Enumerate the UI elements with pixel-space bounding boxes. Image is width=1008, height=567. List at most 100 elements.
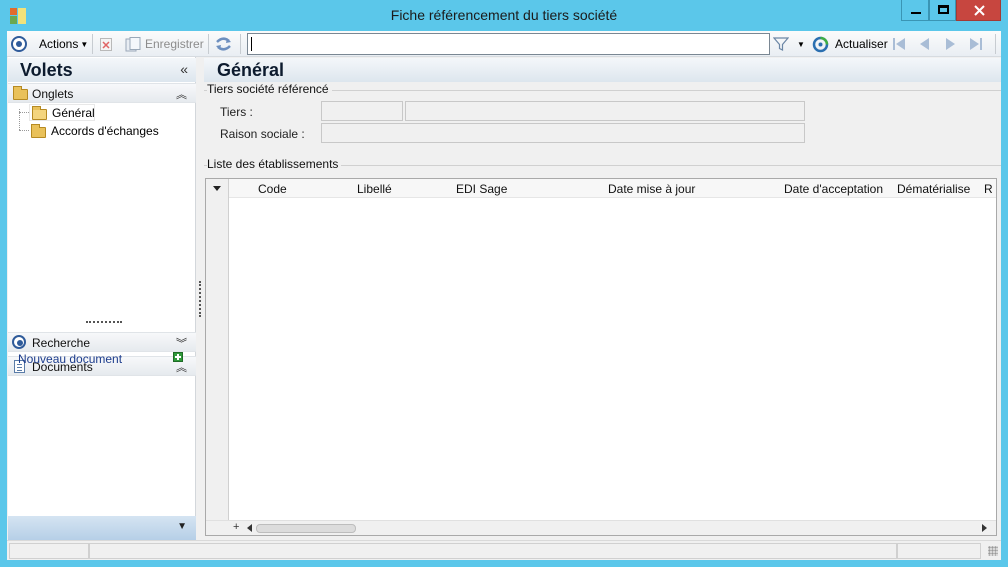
actions-label: Actions bbox=[39, 37, 79, 51]
tree-item-accords[interactable]: Accords d'échanges bbox=[29, 123, 179, 140]
save-button[interactable]: Enregistrer bbox=[125, 35, 204, 53]
volets-title: Volets bbox=[20, 60, 73, 80]
first-record-button[interactable] bbox=[892, 35, 906, 53]
tree-item-label: Général bbox=[52, 106, 95, 120]
toolbar: Actions ▼ Enregistrer ▼ Actualiser bbox=[7, 31, 1001, 57]
toolbar-separator bbox=[208, 34, 209, 54]
actions-icon-button[interactable] bbox=[11, 35, 27, 53]
volets-panel: Volets « Onglets ︽ Général Accords d'éch… bbox=[8, 57, 196, 560]
raison-sociale-field[interactable] bbox=[321, 123, 805, 143]
chevron-down-icon[interactable]: ▼ bbox=[177, 521, 187, 532]
refresh-button[interactable] bbox=[215, 35, 232, 53]
actions-menu-button[interactable]: Actions ▼ bbox=[39, 35, 88, 53]
chevron-down-icon[interactable]: ︾ bbox=[176, 335, 187, 351]
add-row-icon[interactable]: + bbox=[233, 521, 239, 533]
actualiser-icon bbox=[812, 36, 829, 52]
filter-icon bbox=[773, 37, 789, 51]
folder-open-icon bbox=[32, 106, 47, 120]
raison-sociale-label: Raison sociale : bbox=[220, 127, 305, 141]
main-content: Général Tiers société référencé Tiers : … bbox=[204, 57, 1001, 540]
recherche-label: Recherche bbox=[32, 336, 91, 350]
column-chooser-icon[interactable] bbox=[213, 186, 221, 191]
grid-header: Code Libellé EDI Sage Date mise à jour D… bbox=[206, 179, 996, 198]
tree-connector bbox=[19, 112, 29, 113]
etablissements-grid[interactable]: Code Libellé EDI Sage Date mise à jour D… bbox=[205, 178, 997, 536]
status-cell bbox=[9, 543, 89, 559]
chevron-down-icon: ▼ bbox=[797, 39, 805, 49]
last-record-icon bbox=[970, 38, 982, 50]
folder-icon bbox=[31, 124, 46, 138]
column-header-code[interactable]: Code bbox=[258, 182, 287, 196]
main-header: Général bbox=[204, 58, 1001, 82]
grid-horizontal-scrollbar[interactable]: + bbox=[206, 520, 996, 535]
tiers-name-field[interactable] bbox=[405, 101, 805, 121]
previous-record-icon bbox=[920, 38, 929, 50]
new-document-link[interactable]: Nouveau document bbox=[18, 352, 122, 366]
delete-icon bbox=[100, 37, 112, 51]
last-record-button[interactable] bbox=[969, 35, 983, 53]
tiers-group-title: Tiers société référencé bbox=[207, 82, 332, 96]
column-header-libelle[interactable]: Libellé bbox=[357, 182, 392, 196]
text-caret bbox=[251, 37, 252, 51]
scroll-right-icon[interactable] bbox=[982, 524, 987, 532]
client-area: Actions ▼ Enregistrer ▼ Actualiser Volet… bbox=[7, 31, 1001, 560]
etablissements-group-title: Liste des établissements bbox=[207, 157, 342, 171]
chevron-up-icon[interactable]: ︽ bbox=[176, 86, 187, 102]
window-title: Fiche référencement du tiers société bbox=[390, 7, 618, 23]
close-icon bbox=[974, 5, 985, 16]
toolbar-separator bbox=[92, 34, 93, 54]
onglets-label: Onglets bbox=[32, 87, 74, 101]
tiers-label: Tiers : bbox=[220, 105, 253, 119]
actualiser-label: Actualiser bbox=[835, 37, 888, 51]
next-record-icon bbox=[946, 38, 955, 50]
status-bar bbox=[7, 540, 1001, 560]
chevron-down-icon: ▼ bbox=[80, 39, 89, 49]
panel-resize-handle[interactable] bbox=[199, 281, 201, 317]
filter-button[interactable] bbox=[773, 35, 789, 53]
application-window: Fiche référencement du tiers société Act… bbox=[0, 0, 1008, 567]
tree-connector bbox=[19, 130, 29, 131]
page-title: Général bbox=[217, 60, 285, 80]
previous-record-button[interactable] bbox=[918, 35, 930, 53]
column-header-edi-sage[interactable]: EDI Sage bbox=[456, 182, 507, 196]
status-cell bbox=[89, 543, 897, 559]
column-header-r[interactable]: R bbox=[984, 182, 993, 196]
column-header-date-acceptation[interactable]: Date d'acceptation bbox=[784, 182, 883, 196]
volets-footer-bar: ▼ bbox=[8, 516, 196, 540]
delete-button[interactable] bbox=[100, 35, 112, 53]
actualiser-button[interactable]: Actualiser bbox=[812, 35, 888, 53]
maximize-button[interactable] bbox=[929, 0, 956, 21]
tree-item-general[interactable]: Général bbox=[29, 104, 95, 121]
tiers-code-field[interactable] bbox=[321, 101, 403, 121]
toolbar-separator bbox=[240, 34, 241, 54]
tree-item-label: Accords d'échanges bbox=[51, 124, 159, 138]
filter-dropdown-button[interactable]: ▼ bbox=[797, 35, 805, 53]
minimize-button[interactable] bbox=[901, 0, 929, 21]
column-header-dematerialise[interactable]: Dématérialise bbox=[897, 182, 970, 196]
refresh-icon bbox=[216, 37, 231, 51]
save-label: Enregistrer bbox=[145, 37, 204, 51]
search-input[interactable] bbox=[247, 33, 770, 55]
plus-icon[interactable] bbox=[173, 352, 183, 362]
collapse-panel-icon[interactable]: « bbox=[180, 61, 188, 77]
grid-row-selector-column bbox=[206, 179, 229, 535]
minimize-icon bbox=[911, 12, 921, 14]
column-header-date-mise-a-jour[interactable]: Date mise à jour bbox=[608, 182, 695, 196]
save-icon bbox=[125, 36, 141, 51]
panel-splitter[interactable] bbox=[86, 321, 122, 323]
next-record-button[interactable] bbox=[945, 35, 957, 53]
toolbar-separator bbox=[995, 34, 996, 54]
actions-icon bbox=[11, 36, 27, 52]
volets-header: Volets « bbox=[8, 58, 196, 82]
title-bar[interactable]: Fiche référencement du tiers société bbox=[0, 0, 1008, 31]
recherche-section-header[interactable]: Recherche ︾ bbox=[8, 332, 196, 352]
first-record-icon bbox=[893, 38, 905, 50]
scrollbar-thumb[interactable] bbox=[256, 524, 356, 533]
status-cell bbox=[897, 543, 981, 559]
scroll-left-icon[interactable] bbox=[247, 524, 252, 532]
close-button[interactable] bbox=[956, 0, 1001, 21]
onglets-section-header[interactable]: Onglets ︽ bbox=[8, 83, 196, 103]
search-icon bbox=[12, 335, 26, 349]
resize-grip-icon[interactable] bbox=[988, 546, 998, 556]
maximize-icon bbox=[938, 5, 949, 14]
